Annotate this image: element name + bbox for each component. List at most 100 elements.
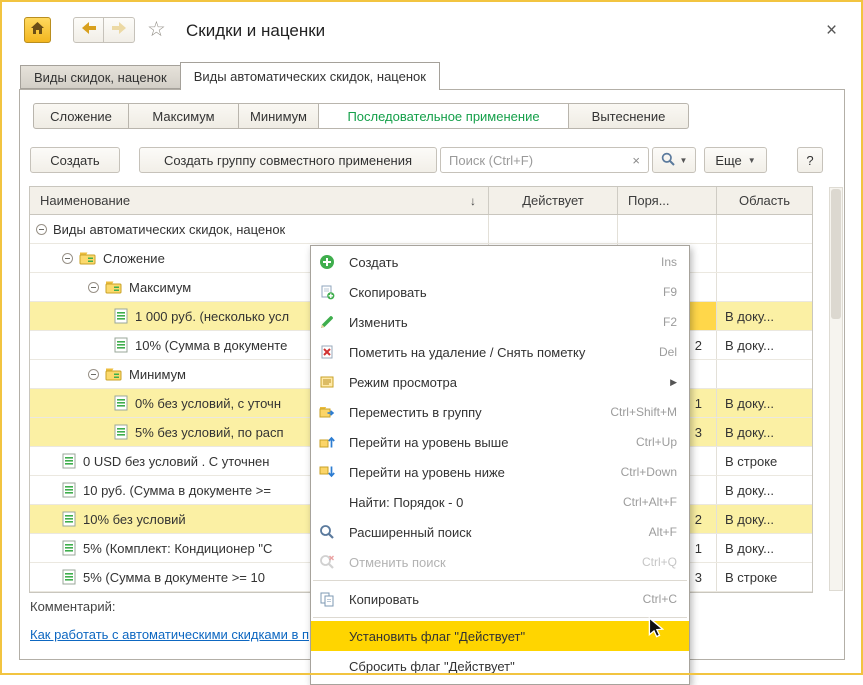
cell-area xyxy=(717,215,812,243)
row-label: 5% (Сумма в документе >= 10 xyxy=(83,570,265,585)
menu-item[interactable]: Переместить в группу Ctrl+Shift+M xyxy=(311,397,689,427)
cell-area: В строке xyxy=(717,447,812,475)
row-label: 10% без условий xyxy=(83,512,186,527)
menu-item[interactable]: Сбросить флаг "Действует" xyxy=(311,651,689,681)
item-icon xyxy=(62,540,76,556)
row-label: Минимум xyxy=(129,367,186,382)
item-icon xyxy=(62,453,76,469)
expand-toggle[interactable] xyxy=(36,224,47,235)
menu-item: Отменить поискCtrl+Q xyxy=(311,547,689,577)
cell-area: В доку... xyxy=(717,534,812,562)
menu-item[interactable]: Расширенный поискAlt+F xyxy=(311,517,689,547)
mode-tab[interactable]: Последовательное применение xyxy=(319,103,569,129)
folder-icon xyxy=(79,251,96,265)
menu-item[interactable]: Найти: Порядок - 0Ctrl+Alt+F xyxy=(311,487,689,517)
cell-area: В доку... xyxy=(717,476,812,504)
menu-shortcut: Ctrl+Shift+M xyxy=(610,405,677,419)
scrollbar-thumb[interactable] xyxy=(831,189,841,319)
search-box: × xyxy=(440,147,649,173)
forward-button[interactable] xyxy=(104,17,135,43)
menu-shortcut: Ctrl+Down xyxy=(621,465,677,479)
menu-item[interactable]: СкопироватьF9 xyxy=(311,277,689,307)
mode-tab[interactable]: Сложение xyxy=(33,103,129,129)
tab-discount-kinds[interactable]: Виды скидок, наценок xyxy=(20,65,181,89)
help-button[interactable]: ? xyxy=(797,147,823,173)
cell-order xyxy=(618,215,717,243)
menu-item-label: Перейти на уровень ниже xyxy=(349,465,609,480)
cell-area: В доку... xyxy=(717,331,812,359)
viewmode-icon xyxy=(319,374,339,390)
tab-bar: Виды скидок, наценок Виды автоматических… xyxy=(20,61,440,90)
folder-icon xyxy=(105,280,122,294)
search-icon xyxy=(661,152,675,169)
menu-item[interactable]: КопироватьCtrl+C xyxy=(311,584,689,614)
menu-item-label: Перейти на уровень выше xyxy=(349,435,624,450)
menu-item-label: Отменить поиск xyxy=(349,555,630,570)
item-icon xyxy=(114,308,128,324)
menu-shortcut: Alt+F xyxy=(649,525,677,539)
create-group-button[interactable]: Создать группу совместного применения xyxy=(139,147,437,173)
menu-item-label: Установить флаг "Действует" xyxy=(349,629,665,644)
back-button[interactable] xyxy=(73,17,104,43)
search-menu-button[interactable]: ▼ xyxy=(652,147,696,173)
item-icon xyxy=(114,337,128,353)
levelup-icon xyxy=(319,434,339,450)
row-label: 0% без условий, с уточн xyxy=(135,396,281,411)
menu-item[interactable]: Перейти на уровень вышеCtrl+Up xyxy=(311,427,689,457)
help-link[interactable]: Как работать с автоматическими скидками … xyxy=(30,627,309,642)
home-button[interactable] xyxy=(24,17,51,43)
expand-toggle[interactable] xyxy=(88,369,99,380)
column-header-active[interactable]: Действует xyxy=(489,187,618,214)
menu-item[interactable]: СоздатьIns xyxy=(311,247,689,277)
favorite-star-icon[interactable]: ☆ xyxy=(147,18,166,42)
search-input[interactable] xyxy=(441,153,624,168)
mode-tab[interactable]: Вытеснение xyxy=(569,103,689,129)
menu-shortcut: F2 xyxy=(663,315,677,329)
expand-toggle[interactable] xyxy=(88,282,99,293)
mode-tab[interactable]: Минимум xyxy=(239,103,319,129)
row-label: 5% без условий, по расп xyxy=(135,425,284,440)
table-header: Наименование ↓ Действует Поря... Область xyxy=(30,187,812,215)
table-row[interactable]: Виды автоматических скидок, наценок xyxy=(30,215,812,244)
menu-item[interactable]: Изменить F2 xyxy=(311,307,689,337)
vertical-scrollbar[interactable] xyxy=(829,187,843,591)
create-button[interactable]: Создать xyxy=(30,147,120,173)
cell-area: В доку... xyxy=(717,418,812,446)
menu-item[interactable]: Установить флаг "Действует" xyxy=(311,621,689,651)
page-title: Скидки и наценки xyxy=(186,21,325,41)
menu-item-label: Переместить в группу xyxy=(349,405,598,420)
column-header-name[interactable]: Наименование ↓ xyxy=(30,187,489,214)
menu-item[interactable]: Перейти на уровень ниже Ctrl+Down xyxy=(311,457,689,487)
close-icon[interactable]: × xyxy=(826,20,837,42)
row-label: Виды автоматических скидок, наценок xyxy=(53,222,285,237)
column-header-area[interactable]: Область xyxy=(717,187,812,214)
menu-item-label: Изменить xyxy=(349,315,651,330)
searchadv-icon xyxy=(319,524,339,540)
tab-auto-discount-kinds[interactable]: Виды автоматических скидок, наценок xyxy=(180,62,440,90)
row-label: Сложение xyxy=(103,251,165,266)
no-icon xyxy=(319,494,339,510)
item-icon xyxy=(62,511,76,527)
mouse-cursor xyxy=(648,617,664,644)
cell-area: В строке xyxy=(717,563,812,591)
menu-shortcut: Del xyxy=(659,345,677,359)
menu-item[interactable]: Пометить на удаление / Снять пометкуDel xyxy=(311,337,689,367)
no-icon xyxy=(319,628,339,644)
searchcancel-icon xyxy=(319,554,339,570)
expand-toggle[interactable] xyxy=(62,253,73,264)
item-icon xyxy=(114,395,128,411)
more-button[interactable]: Еще ▼ xyxy=(704,147,767,173)
menu-separator xyxy=(313,617,687,618)
menu-item[interactable]: Режим просмотра▶ xyxy=(311,367,689,397)
chevron-down-icon: ▼ xyxy=(680,156,688,165)
row-label: 10 руб. (Сумма в документе >= xyxy=(83,483,271,498)
folder-icon xyxy=(105,367,122,381)
chevron-down-icon: ▼ xyxy=(748,156,756,165)
nav-buttons xyxy=(73,17,135,43)
delmark-icon xyxy=(319,344,339,360)
mode-tab[interactable]: Максимум xyxy=(129,103,239,129)
row-label: 1 000 руб. (несколько усл xyxy=(135,309,289,324)
column-header-order[interactable]: Поря... xyxy=(618,187,717,214)
clear-search-icon[interactable]: × xyxy=(624,153,648,168)
menu-item-label: Копировать xyxy=(349,592,631,607)
